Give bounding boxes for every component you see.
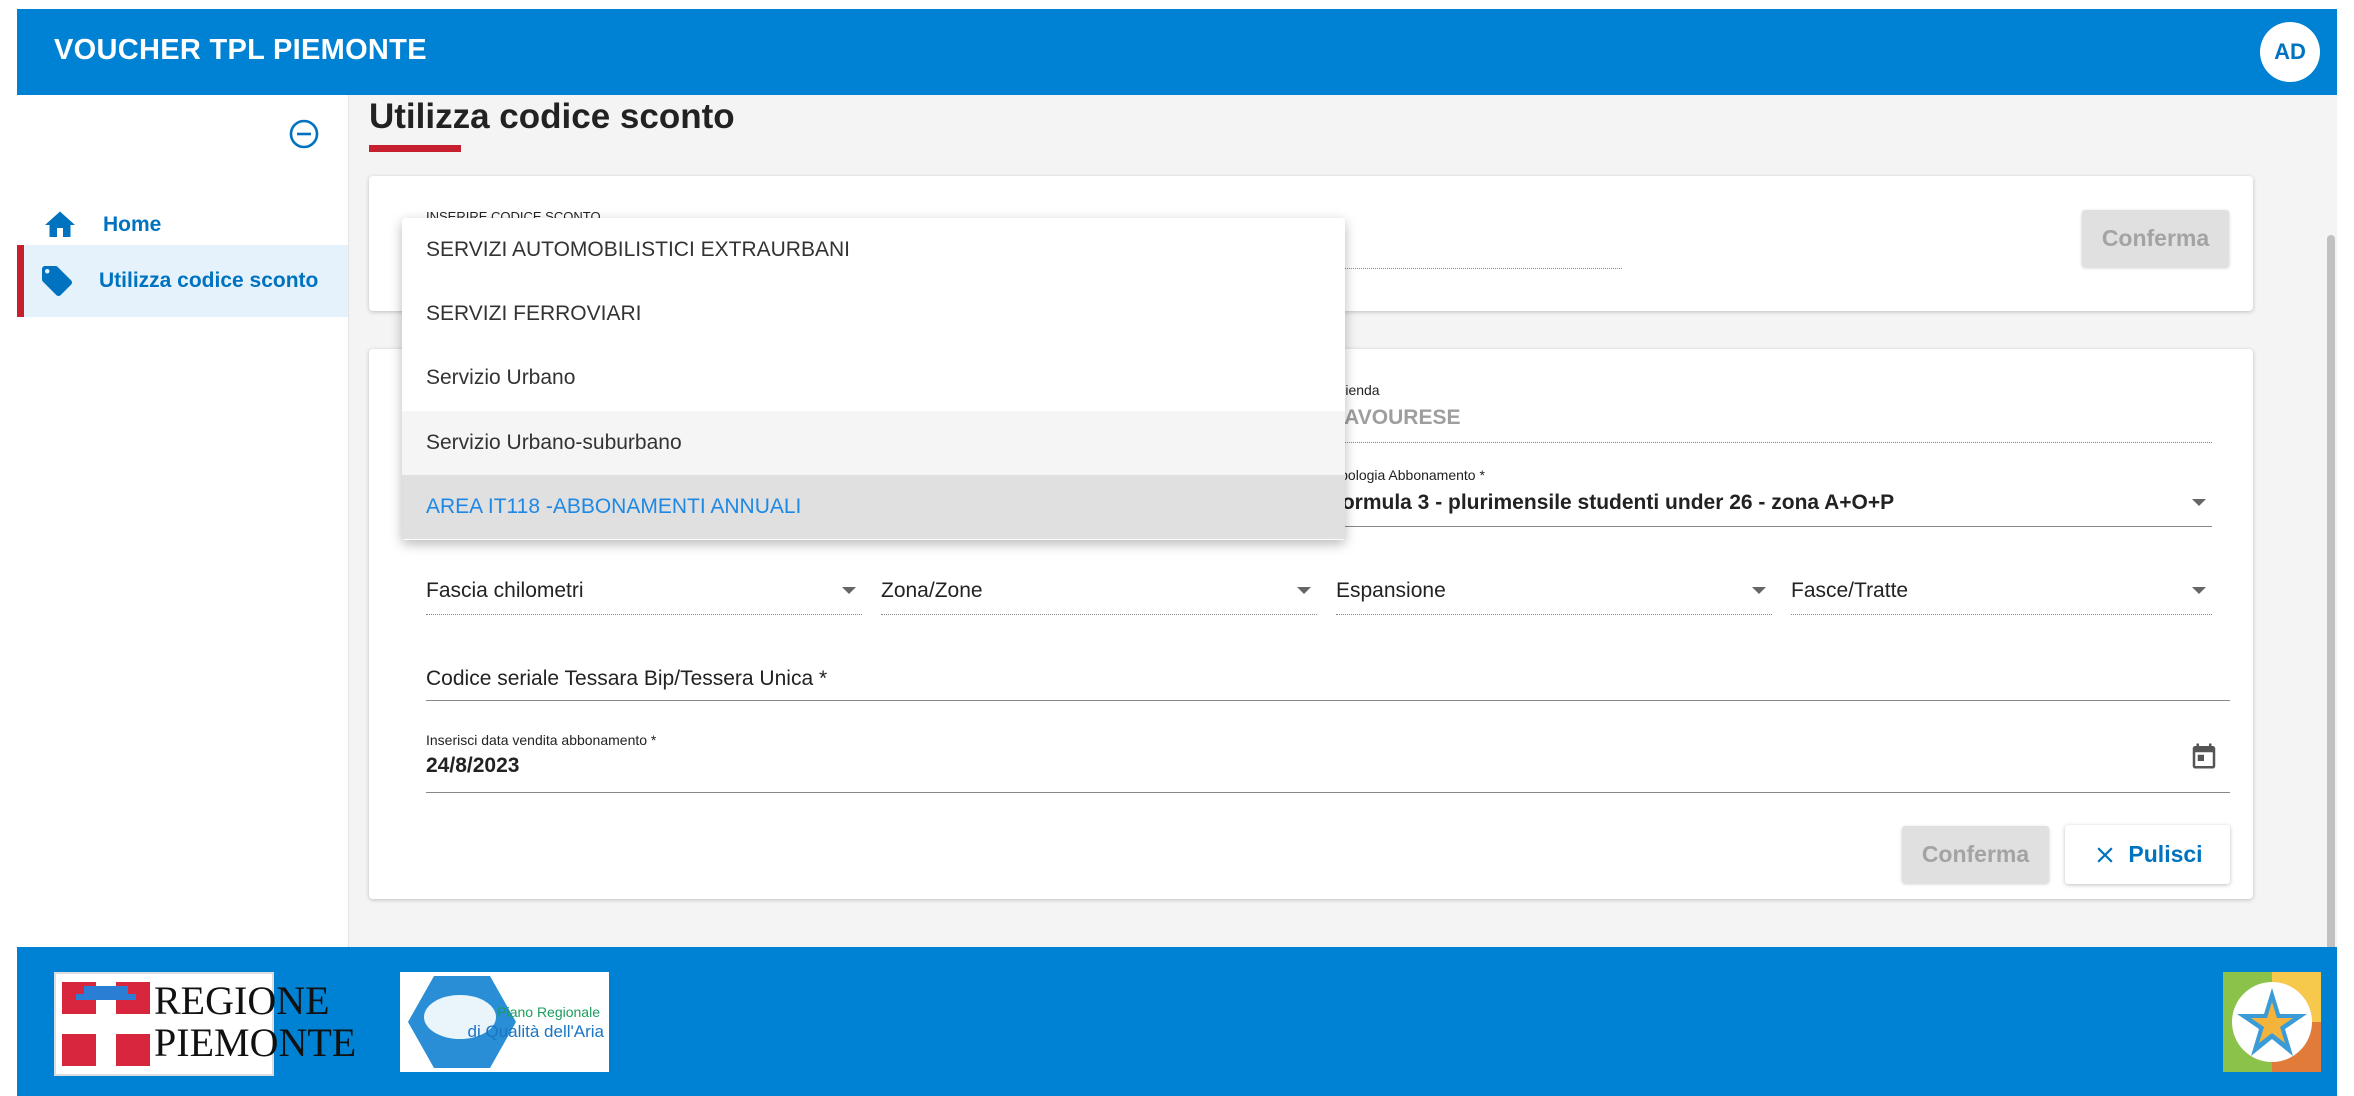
chevron-down-icon	[1297, 587, 1311, 594]
collapse-sidebar-button[interactable]	[287, 117, 321, 151]
azienda-field[interactable]	[1329, 442, 2212, 443]
fasce-tratte-select[interactable]: Fasce/Tratte	[1791, 567, 2212, 615]
title-underline	[369, 145, 461, 152]
tag-icon	[42, 266, 72, 296]
sidebar: Home Utilizza codice sconto	[17, 95, 349, 947]
espansione-select[interactable]: Espansione	[1336, 567, 1772, 615]
espansione-label: Espansione	[1336, 579, 1446, 602]
data-vendita-value[interactable]: 24/8/2023	[426, 754, 519, 778]
home-icon	[45, 211, 75, 237]
chevron-down-icon	[2192, 499, 2206, 506]
star-emblem-icon	[2223, 972, 2321, 1072]
chevron-down-icon	[842, 587, 856, 594]
data-vendita-label: Inserisci data vendita abbonamento *	[426, 732, 657, 748]
chevron-down-icon	[1752, 587, 1766, 594]
tipologia-value: Formula 3 - plurimensile studenti under …	[1329, 491, 1895, 514]
close-icon	[2097, 846, 2114, 863]
regione-piemonte-logo: REGIONE PIEMONTE	[54, 972, 356, 1076]
zona-label: Zona/Zone	[881, 579, 983, 602]
clear-button-label: Pulisci	[2128, 841, 2203, 867]
logo2-line2: di Qualità dell'Aria	[467, 1022, 604, 1041]
data-vendita-underline	[426, 792, 2230, 793]
page-title: Utilizza codice sconto	[369, 97, 735, 136]
minus-circle-icon	[289, 119, 319, 149]
scrollbar[interactable]	[2325, 95, 2337, 1015]
chevron-down-icon	[2192, 587, 2206, 594]
dropdown-option[interactable]: Servizio Urbano	[402, 346, 1345, 410]
piano-qualita-aria-logo: Piano Regionale di Qualità dell'Aria	[400, 972, 609, 1072]
logo-text-line2: PIEMONTE	[154, 1020, 357, 1065]
confirm-form-button[interactable]: Conferma	[1902, 826, 2049, 883]
fascia-chilometri-label: Fascia chilometri	[426, 579, 584, 602]
logo2-line1: Piano Regionale	[497, 1004, 600, 1020]
top-bar: VOUCHER TPL PIEMONTE AD	[17, 9, 2337, 95]
app-title: VOUCHER TPL PIEMONTE	[54, 34, 427, 66]
user-avatar[interactable]: AD	[2260, 22, 2320, 82]
dropdown-option[interactable]: SERVIZI AUTOMOBILISTICI EXTRAURBANI	[402, 218, 1345, 282]
tipologia-select[interactable]: Formula 3 - plurimensile studenti under …	[1329, 479, 2212, 527]
codice-seriale-label: Codice seriale Tessara Bip/Tessera Unica…	[426, 667, 828, 690]
confirm-code-button[interactable]: Conferma	[2082, 210, 2229, 267]
clear-button[interactable]: Pulisci	[2065, 825, 2230, 884]
dropdown-option-selected[interactable]: AREA IT118 -ABBONAMENTI ANNUALI	[402, 475, 1345, 539]
service-type-dropdown: SERVIZI AUTOMOBILISTICI EXTRAURBANI SERV…	[402, 218, 1345, 540]
fascia-chilometri-select[interactable]: Fascia chilometri	[426, 567, 862, 615]
calendar-icon[interactable]	[2189, 741, 2219, 771]
scrollbar-thumb[interactable]	[2327, 235, 2335, 1015]
fasce-tratte-label: Fasce/Tratte	[1791, 579, 1909, 602]
active-indicator	[17, 245, 24, 317]
sidebar-item-label: Home	[103, 213, 162, 236]
codice-seriale-input[interactable]	[426, 700, 2230, 701]
dropdown-option[interactable]: SERVIZI FERROVIARI	[402, 282, 1345, 346]
sidebar-item-label: Utilizza codice sconto	[99, 269, 319, 292]
footer: REGIONE PIEMONTE Piano Regionale di Qual…	[17, 947, 2337, 1096]
regional-emblem-logo	[2223, 972, 2321, 1072]
logo-text-line1: REGIONE	[154, 978, 330, 1023]
sidebar-item-utilizza-codice-sconto[interactable]: Utilizza codice sconto	[17, 245, 348, 317]
zona-select[interactable]: Zona/Zone	[881, 567, 1317, 615]
dropdown-option-hovered[interactable]: Servizio Urbano-suburbano	[402, 411, 1345, 475]
azienda-value: CAVOURESE	[1329, 406, 1461, 429]
